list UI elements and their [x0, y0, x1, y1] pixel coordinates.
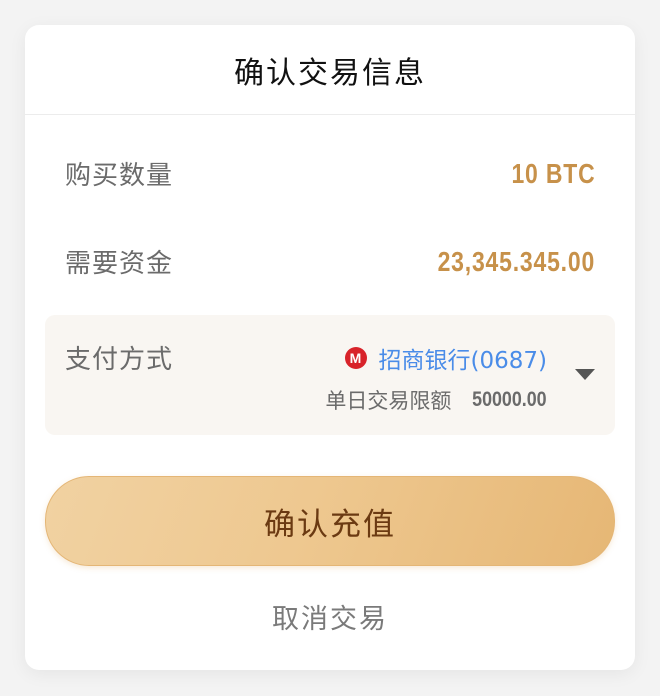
quantity-row: 购买数量 10 BTC: [65, 155, 595, 192]
bank-name: 招商银行(0687): [378, 348, 547, 374]
cancel-transaction-button[interactable]: 取消交易: [25, 597, 635, 636]
cancel-transaction-label: 取消交易: [272, 604, 388, 635]
china-merchants-bank-icon: M: [344, 347, 367, 369]
payment-method-selector[interactable]: 支付方式 M 招商银行(0687) 单日交易限额 50000.00: [45, 315, 615, 435]
daily-limit: 单日交易限额 50000.00: [325, 385, 547, 415]
dialog-title: 确认交易信息: [234, 55, 426, 91]
quantity-label: 购买数量: [65, 161, 174, 191]
caret-down-icon[interactable]: [575, 369, 595, 380]
confirm-recharge-label: 确认充值: [264, 506, 396, 543]
confirm-transaction-dialog: 确认交易信息 购买数量 10 BTC 需要资金 23,345.345.00 支付…: [25, 25, 635, 670]
quantity-value: 10 BTC: [510, 157, 595, 189]
daily-limit-value: 50000.00: [472, 388, 547, 411]
dialog-header: 确认交易信息: [25, 25, 635, 115]
daily-limit-label: 单日交易限额: [325, 389, 452, 413]
funds-row: 需要资金 23,345.345.00: [65, 243, 595, 280]
funds-label: 需要资金: [65, 249, 174, 279]
confirm-recharge-button[interactable]: 确认充值: [45, 476, 615, 566]
funds-value: 23,345.345.00: [437, 245, 595, 277]
selected-bank[interactable]: M 招商银行(0687): [344, 341, 547, 375]
payment-method-label: 支付方式: [65, 345, 174, 375]
